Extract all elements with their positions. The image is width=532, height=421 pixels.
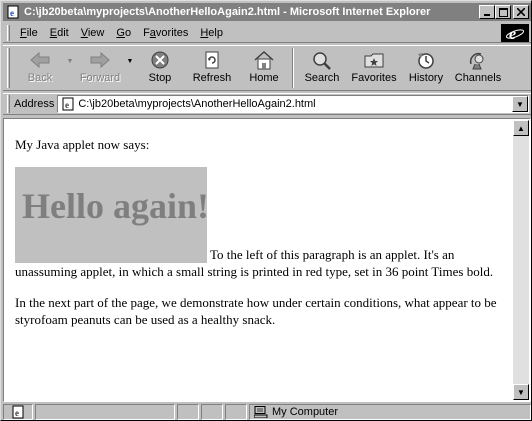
toolbar-grip[interactable] bbox=[7, 48, 10, 88]
menu-go[interactable]: Go bbox=[110, 27, 137, 39]
svg-text:e: e bbox=[15, 408, 19, 418]
channels-satellite-icon bbox=[469, 52, 484, 70]
content-frame: My Java applet now says: Hello again! To … bbox=[3, 118, 531, 402]
status-secure-pane bbox=[225, 404, 247, 420]
scroll-down-button[interactable]: ▼ bbox=[513, 384, 529, 400]
forward-button[interactable]: Forward bbox=[74, 46, 126, 90]
address-dropdown-button[interactable]: ▼ bbox=[512, 96, 528, 112]
address-input[interactable]: e C:\jb20beta\myprojects\AnotherHelloAga… bbox=[57, 95, 529, 113]
refresh-label: Refresh bbox=[192, 72, 232, 84]
menu-view[interactable]: View bbox=[75, 27, 111, 39]
applet-text: Hello again! bbox=[22, 186, 209, 226]
zone-label: My Computer bbox=[272, 406, 339, 418]
status-page-pane: e bbox=[3, 404, 33, 420]
favorites-label: Favorites bbox=[351, 72, 397, 84]
address-url: C:\jb20beta\myprojects\AnotherHelloAgain… bbox=[78, 98, 316, 110]
window-title: C:\jb20beta\myprojects\AnotherHelloAgain… bbox=[24, 6, 431, 18]
forward-arrow-icon bbox=[90, 51, 110, 69]
minimize-button[interactable] bbox=[479, 5, 495, 19]
vertical-scrollbar[interactable]: ▲ ▼ bbox=[513, 120, 529, 400]
forward-label: Forward bbox=[79, 72, 121, 84]
page-icon: e bbox=[60, 96, 76, 112]
history-button[interactable]: History bbox=[400, 46, 452, 90]
close-button[interactable] bbox=[513, 5, 529, 19]
title-bar[interactable]: e C:\jb20beta\myprojects\AnotherHelloAga… bbox=[3, 3, 531, 21]
channels-button[interactable]: Channels bbox=[452, 46, 504, 90]
history-label: History bbox=[408, 72, 444, 84]
back-button[interactable]: Back bbox=[14, 46, 66, 90]
address-bar: Address e C:\jb20beta\myprojects\Another… bbox=[3, 93, 531, 115]
stop-button[interactable]: Stop bbox=[134, 46, 186, 90]
menu-help[interactable]: Help bbox=[194, 27, 229, 39]
status-zone-pane: My Computer bbox=[249, 404, 531, 420]
paragraph-2: In the next part of the page, we demonst… bbox=[15, 295, 497, 327]
status-offline-pane bbox=[201, 404, 223, 420]
stop-icon bbox=[151, 51, 169, 69]
my-computer-icon bbox=[254, 406, 268, 418]
forward-dropdown-icon[interactable]: ▼ bbox=[126, 58, 134, 65]
menu-file[interactable]: File bbox=[14, 27, 44, 39]
search-icon bbox=[313, 52, 331, 70]
addressbar-grip[interactable] bbox=[7, 95, 10, 113]
home-label: Home bbox=[249, 72, 279, 84]
favorites-button[interactable]: Favorites bbox=[348, 46, 400, 90]
ie-logo-icon: e bbox=[501, 24, 529, 42]
applet-paragraph: Hello again! To the left of this paragrap… bbox=[15, 167, 501, 280]
back-dropdown-icon[interactable]: ▼ bbox=[66, 58, 74, 65]
ie-page-icon[interactable]: e bbox=[5, 4, 21, 20]
page-content: My Java applet now says: Hello again! To … bbox=[5, 120, 513, 400]
toolbar-separator bbox=[292, 48, 294, 88]
refresh-button[interactable]: Refresh bbox=[186, 46, 238, 90]
channels-label: Channels bbox=[454, 72, 502, 84]
home-button[interactable]: Home bbox=[238, 46, 290, 90]
svg-text:e: e bbox=[65, 100, 69, 110]
scroll-up-button[interactable]: ▲ bbox=[513, 120, 529, 136]
search-button[interactable]: Search bbox=[296, 46, 348, 90]
svg-text:e: e bbox=[10, 8, 14, 18]
status-bar: e My Computer bbox=[3, 403, 531, 421]
intro-text: My Java applet now says: bbox=[15, 137, 150, 152]
refresh-icon bbox=[205, 51, 219, 69]
address-label: Address bbox=[14, 98, 55, 110]
menu-bar: File Edit View Go Favorites Help e bbox=[3, 23, 531, 43]
home-icon bbox=[254, 50, 274, 70]
history-icon bbox=[418, 53, 434, 69]
search-label: Search bbox=[304, 72, 340, 84]
menu-favorites[interactable]: Favorites bbox=[137, 27, 194, 39]
status-text-pane bbox=[35, 404, 175, 420]
back-arrow-icon bbox=[30, 51, 50, 69]
menubar-grip[interactable] bbox=[7, 24, 10, 41]
favorites-folder-icon bbox=[364, 53, 384, 68]
back-label: Back bbox=[27, 72, 53, 84]
status-progress-pane bbox=[177, 404, 199, 420]
stop-label: Stop bbox=[148, 72, 172, 84]
java-applet[interactable]: Hello again! bbox=[15, 167, 209, 263]
browser-window: e C:\jb20beta\myprojects\AnotherHelloAga… bbox=[0, 0, 532, 421]
maximize-button[interactable] bbox=[495, 5, 511, 19]
menu-edit[interactable]: Edit bbox=[44, 27, 75, 39]
done-page-icon: e bbox=[12, 405, 24, 419]
standard-toolbar: Back ▼ Forward ▼ Stop Refresh Home Searc… bbox=[3, 45, 531, 91]
